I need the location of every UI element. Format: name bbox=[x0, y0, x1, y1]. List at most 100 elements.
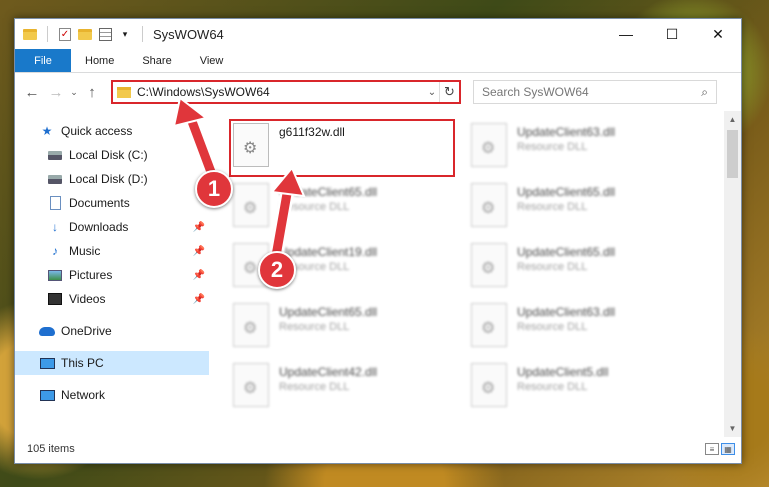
star-icon: ★ bbox=[41, 124, 53, 138]
nav-item-this-pc[interactable]: This PC bbox=[15, 351, 209, 375]
window-controls: — ☐ ✕ bbox=[603, 19, 741, 49]
dll-file-icon bbox=[233, 303, 269, 347]
maximize-button[interactable]: ☐ bbox=[649, 19, 695, 49]
window-title: SysWOW64 bbox=[153, 26, 224, 42]
nav-item-network[interactable]: Network bbox=[15, 383, 209, 407]
vertical-scrollbar[interactable]: ▲ ▼ bbox=[724, 111, 741, 437]
nav-item-label: Music bbox=[69, 244, 101, 258]
search-placeholder[interactable]: Search SysWOW64 bbox=[482, 85, 701, 99]
file-name: UpdateClient42.dll bbox=[279, 365, 378, 379]
title-bar: ✓ ▾ SysWOW64 — ☐ ✕ bbox=[15, 19, 741, 49]
nav-item-label: Local Disk (C:) bbox=[69, 148, 148, 162]
address-bar[interactable]: C:\Windows\SysWOW64 ⌄ ↻ bbox=[111, 80, 461, 104]
file-type: Resource DLL bbox=[517, 141, 588, 153]
file-tile[interactable]: UpdateClient63.dll Resource DLL bbox=[467, 299, 705, 359]
new-folder-icon[interactable] bbox=[78, 27, 92, 41]
step-marker-1: 1 bbox=[195, 170, 233, 208]
music-icon: ♪ bbox=[52, 244, 58, 258]
nav-item-local-disk-c[interactable]: Local Disk (C:) bbox=[15, 143, 209, 167]
search-input[interactable]: Search SysWOW64 ⌕ bbox=[473, 80, 717, 104]
file-tile[interactable]: UpdateClient65.dll Resource DLL bbox=[229, 179, 467, 239]
tab-file[interactable]: File bbox=[15, 49, 71, 72]
properties-icon[interactable] bbox=[98, 27, 112, 41]
file-type: Resource DLL bbox=[517, 321, 588, 333]
nav-item-quick-access[interactable]: ★ Quick access bbox=[15, 119, 209, 143]
details-view-icon[interactable]: ≡ bbox=[705, 443, 719, 455]
file-name: UpdateClient63.dll bbox=[517, 305, 616, 319]
folder-icon bbox=[117, 86, 131, 98]
nav-item-music[interactable]: ♪ Music 📌 bbox=[15, 239, 209, 263]
nav-item-local-disk-d[interactable]: Local Disk (D:) bbox=[15, 167, 209, 191]
address-path[interactable]: C:\Windows\SysWOW64 bbox=[137, 85, 425, 99]
nav-item-label: This PC bbox=[61, 356, 104, 370]
file-type: Resource DLL bbox=[279, 321, 350, 333]
file-type: Resource DLL bbox=[279, 201, 350, 213]
search-icon[interactable]: ⌕ bbox=[701, 85, 708, 100]
quick-access-toolbar: ✓ ▾ SysWOW64 bbox=[15, 26, 224, 42]
address-dropdown-chevron-icon[interactable]: ⌄ bbox=[425, 87, 439, 98]
toolbar-divider bbox=[47, 26, 48, 42]
forward-arrow-icon[interactable]: → bbox=[45, 81, 67, 103]
nav-item-label: Network bbox=[61, 388, 106, 402]
file-type: Resource DLL bbox=[517, 261, 588, 273]
onedrive-cloud-icon bbox=[39, 323, 55, 339]
item-count: 105 items bbox=[27, 443, 75, 455]
tab-share[interactable]: Share bbox=[128, 49, 185, 72]
nav-item-label: Pictures bbox=[69, 268, 113, 282]
view-toggle: ≡ ▦ bbox=[705, 443, 741, 455]
refresh-icon[interactable]: ↻ bbox=[439, 82, 459, 102]
file-tile[interactable]: UpdateClient5.dll Resource DLL bbox=[467, 359, 705, 419]
nav-item-label: Downloads bbox=[69, 220, 129, 234]
close-button[interactable]: ✕ bbox=[695, 19, 741, 49]
file-name: UpdateClient19.dll bbox=[279, 245, 378, 259]
file-tile[interactable]: UpdateClient65.dll Resource DLL bbox=[467, 239, 705, 299]
status-bar: 105 items ≡ ▦ bbox=[15, 435, 741, 463]
dll-file-icon bbox=[471, 303, 507, 347]
disk-icon bbox=[47, 147, 63, 163]
file-tile[interactable]: UpdateClient63.dll Resource DLL bbox=[467, 119, 705, 179]
scroll-thumb[interactable] bbox=[727, 130, 738, 178]
file-name: UpdateClient65.dll bbox=[279, 305, 378, 319]
file-tile[interactable]: UpdateClient42.dll Resource DLL bbox=[229, 359, 467, 419]
explorer-window: ✓ ▾ SysWOW64 — ☐ ✕ File Home Share View … bbox=[14, 18, 742, 464]
folder-icon bbox=[23, 27, 37, 41]
dll-file-icon bbox=[233, 123, 269, 167]
tab-view[interactable]: View bbox=[186, 49, 238, 72]
file-name: g611f32w.dll bbox=[279, 125, 345, 139]
large-icons-view-icon[interactable]: ▦ bbox=[721, 443, 735, 455]
nav-item-downloads[interactable]: ↓ Downloads 📌 bbox=[15, 215, 209, 239]
customize-toolbar-chevron-icon[interactable]: ▾ bbox=[118, 27, 132, 41]
pin-icon[interactable]: 📌 bbox=[193, 222, 205, 233]
dll-file-icon bbox=[233, 363, 269, 407]
toolbar-divider bbox=[142, 26, 143, 42]
nav-item-videos[interactable]: Videos 📌 bbox=[15, 287, 209, 311]
file-tile[interactable]: UpdateClient65.dll Resource DLL bbox=[467, 179, 705, 239]
minimize-button[interactable]: — bbox=[603, 19, 649, 49]
recent-locations-chevron-icon[interactable]: ⌄ bbox=[69, 81, 79, 103]
tab-home[interactable]: Home bbox=[71, 49, 128, 72]
file-tile[interactable]: UpdateClient65.dll Resource DLL bbox=[229, 299, 467, 359]
up-arrow-icon[interactable]: ↑ bbox=[81, 81, 103, 103]
nav-item-documents[interactable]: Documents bbox=[15, 191, 209, 215]
downloads-icon: ↓ bbox=[52, 220, 58, 234]
file-name: UpdateClient65.dll bbox=[517, 245, 616, 259]
ribbon-tabs: File Home Share View bbox=[15, 49, 741, 73]
file-tile-g611f32w[interactable]: g611f32w.dll bbox=[229, 119, 455, 177]
step-marker-2: 2 bbox=[258, 251, 296, 289]
pin-icon[interactable]: 📌 bbox=[193, 294, 205, 305]
dll-file-icon bbox=[471, 123, 507, 167]
back-arrow-icon[interactable]: ← bbox=[21, 81, 43, 103]
dll-file-icon bbox=[471, 363, 507, 407]
nav-item-label: Quick access bbox=[61, 124, 133, 138]
scroll-up-arrow-icon[interactable]: ▲ bbox=[724, 111, 741, 128]
pin-icon[interactable]: 📌 bbox=[193, 246, 205, 257]
nav-item-pictures[interactable]: Pictures 📌 bbox=[15, 263, 209, 287]
file-name: UpdateClient5.dll bbox=[517, 365, 609, 379]
documents-icon bbox=[47, 195, 63, 211]
pictures-icon bbox=[47, 267, 63, 283]
pin-icon[interactable]: 📌 bbox=[193, 270, 205, 281]
nav-item-label: Videos bbox=[69, 292, 106, 306]
dll-file-icon bbox=[471, 183, 507, 227]
properties-check-icon[interactable]: ✓ bbox=[58, 27, 72, 41]
nav-item-onedrive[interactable]: OneDrive bbox=[15, 319, 209, 343]
